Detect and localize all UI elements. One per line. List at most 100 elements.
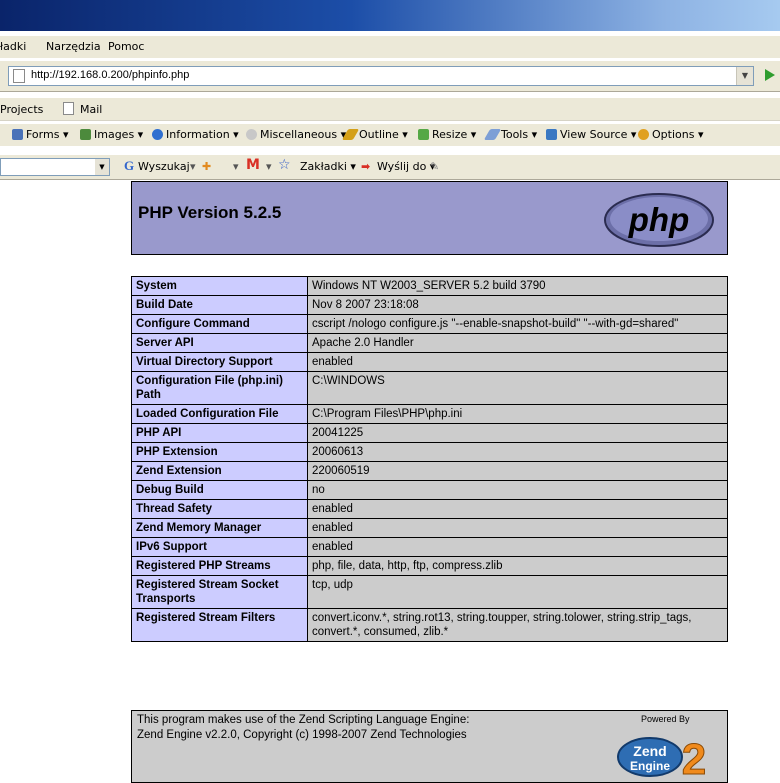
web-developer-toolbar: Forms ▾ Images ▾ Information ▾ Miscellan… bbox=[0, 124, 780, 146]
table-row: PHP API 20041225 bbox=[131, 423, 728, 443]
row-value: C:\WINDOWS bbox=[307, 371, 728, 405]
row-value: 220060519 bbox=[307, 461, 728, 481]
menu-item-bookmarks[interactable]: ładki bbox=[0, 40, 26, 53]
table-row: Thread Safety enabled bbox=[131, 499, 728, 519]
row-key: Zend Extension bbox=[131, 461, 308, 481]
tools-dropdown-arrow[interactable]: ▾ bbox=[233, 160, 239, 173]
images-icon bbox=[80, 129, 91, 140]
table-row: Server API Apache 2.0 Handler bbox=[131, 333, 728, 353]
google-search-button[interactable]: Wyszukaj bbox=[138, 160, 190, 173]
resize-icon bbox=[418, 129, 429, 140]
table-row: Zend Memory Manager enabled bbox=[131, 518, 728, 538]
star-icon[interactable]: ☆ bbox=[278, 157, 291, 173]
svg-text:Zend: Zend bbox=[633, 743, 666, 759]
php-logo-icon[interactable]: php bbox=[603, 192, 715, 248]
bookmark-mail[interactable]: Mail bbox=[80, 103, 102, 116]
send-to-button[interactable]: Wyślij do ▾ bbox=[377, 160, 435, 173]
row-value: 20060613 bbox=[307, 442, 728, 462]
table-row: PHP Extension 20060613 bbox=[131, 442, 728, 462]
bookmark-projects[interactable]: Projects bbox=[0, 103, 43, 116]
row-value: enabled bbox=[307, 352, 728, 372]
bookmarks-button[interactable]: Zakładki ▾ bbox=[300, 160, 356, 173]
menu-item-tools[interactable]: Narzędzia bbox=[46, 40, 101, 53]
row-key: Loaded Configuration File bbox=[131, 404, 308, 424]
options-menu[interactable]: Options ▾ bbox=[638, 128, 703, 141]
google-search-input[interactable]: ▼ bbox=[0, 158, 110, 176]
information-menu[interactable]: Information ▾ bbox=[152, 128, 239, 141]
view-source-icon bbox=[546, 129, 557, 140]
row-value: Nov 8 2007 23:18:08 bbox=[307, 295, 728, 315]
row-value: php, file, data, http, ftp, compress.zli… bbox=[307, 556, 728, 576]
outline-menu[interactable]: Outline ▾ bbox=[341, 128, 408, 141]
svg-text:2: 2 bbox=[682, 735, 706, 780]
table-row: Registered Stream Socket Transports tcp, … bbox=[131, 575, 728, 609]
row-key: Configure Command bbox=[131, 314, 308, 334]
search-dropdown[interactable]: ▼ bbox=[95, 159, 109, 175]
row-key: Virtual Directory Support bbox=[131, 352, 308, 372]
table-row: Configure Command cscript /nologo configu… bbox=[131, 314, 728, 334]
miscellaneous-menu[interactable]: Miscellaneous ▾ bbox=[246, 128, 346, 141]
svg-text:Engine: Engine bbox=[630, 759, 670, 773]
forms-menu[interactable]: Forms ▾ bbox=[12, 128, 68, 141]
row-key: System bbox=[131, 276, 308, 296]
table-row: IPv6 Support enabled bbox=[131, 537, 728, 557]
row-value: enabled bbox=[307, 499, 728, 519]
address-bar: http://192.168.0.200/phpinfo.php ▼ bbox=[0, 60, 780, 92]
window-titlebar bbox=[0, 0, 780, 31]
row-key: PHP Extension bbox=[131, 442, 308, 462]
table-row: System Windows NT W2003_SERVER 5.2 build … bbox=[131, 276, 728, 296]
zend-engine-logo-icon[interactable]: Zend Engine 2 bbox=[606, 728, 718, 780]
google-toolbar: ▼ G Wyszukaj ▾ ✚ ▾ M ▾ ☆ Zakładki ▾ ➡ Wy… bbox=[0, 155, 780, 180]
row-value: Windows NT W2003_SERVER 5.2 build 3790 bbox=[307, 276, 728, 296]
tools-menu[interactable]: Tools ▾ bbox=[483, 128, 537, 141]
forms-icon bbox=[12, 129, 23, 140]
table-row: Virtual Directory Support enabled bbox=[131, 352, 728, 372]
row-key: Debug Build bbox=[131, 480, 308, 500]
highlight-icon[interactable]: ✎ bbox=[430, 160, 439, 173]
row-value: Apache 2.0 Handler bbox=[307, 333, 728, 353]
resize-menu[interactable]: Resize ▾ bbox=[418, 128, 476, 141]
menu-bar: ładki Narzędzia Pomoc bbox=[0, 36, 780, 58]
table-row: Debug Build no bbox=[131, 480, 728, 500]
row-key: Registered PHP Streams bbox=[131, 556, 308, 576]
go-arrow-icon[interactable] bbox=[765, 69, 775, 81]
row-key: Thread Safety bbox=[131, 499, 308, 519]
row-key: Registered Stream Socket Transports bbox=[131, 575, 308, 609]
zend-info-line2: Zend Engine v2.2.0, Copyright (c) 1998-2… bbox=[137, 729, 467, 741]
url-input[interactable]: http://192.168.0.200/phpinfo.php ▼ bbox=[8, 66, 754, 86]
row-value: enabled bbox=[307, 537, 728, 557]
page-icon bbox=[13, 69, 25, 83]
view-source-menu[interactable]: View Source ▾ bbox=[546, 128, 636, 141]
outline-icon bbox=[341, 129, 360, 140]
row-key: Zend Memory Manager bbox=[131, 518, 308, 538]
table-row: Loaded Configuration File C:\Program File… bbox=[131, 404, 728, 424]
images-menu[interactable]: Images ▾ bbox=[80, 128, 143, 141]
php-info-table: System Windows NT W2003_SERVER 5.2 build … bbox=[131, 276, 728, 642]
gmail-icon[interactable]: M bbox=[246, 157, 260, 173]
row-value: tcp, udp bbox=[307, 575, 728, 609]
url-history-dropdown[interactable]: ▼ bbox=[736, 67, 753, 85]
row-key: IPv6 Support bbox=[131, 537, 308, 557]
search-dropdown-arrow[interactable]: ▾ bbox=[190, 160, 196, 173]
row-value: 20041225 bbox=[307, 423, 728, 443]
miscellaneous-icon bbox=[246, 129, 257, 140]
zend-footer: This program makes use of the Zend Scrip… bbox=[131, 710, 728, 783]
row-value: enabled bbox=[307, 518, 728, 538]
php-header: PHP Version 5.2.5 php bbox=[131, 181, 728, 255]
table-row: Build Date Nov 8 2007 23:18:08 bbox=[131, 295, 728, 315]
row-value: convert.iconv.*, string.rot13, string.to… bbox=[307, 608, 728, 642]
row-key: Configuration File (php.ini) Path bbox=[131, 371, 308, 405]
row-key: Build Date bbox=[131, 295, 308, 315]
svg-text:php: php bbox=[628, 201, 689, 238]
zend-info-line1: This program makes use of the Zend Scrip… bbox=[137, 714, 470, 726]
url-text: http://192.168.0.200/phpinfo.php bbox=[31, 69, 190, 81]
page-title: PHP Version 5.2.5 bbox=[138, 203, 282, 222]
gmail-dropdown-arrow[interactable]: ▾ bbox=[266, 160, 272, 173]
options-icon bbox=[638, 129, 649, 140]
menu-item-help[interactable]: Pomoc bbox=[108, 40, 144, 53]
bookmarks-toolbar: Projects Mail bbox=[0, 98, 780, 121]
information-icon bbox=[152, 129, 163, 140]
row-value: C:\Program Files\PHP\php.ini bbox=[307, 404, 728, 424]
table-row: Configuration File (php.ini) Path C:\WIND… bbox=[131, 371, 728, 405]
popup-blocker-icon[interactable]: ✚ bbox=[202, 160, 211, 173]
